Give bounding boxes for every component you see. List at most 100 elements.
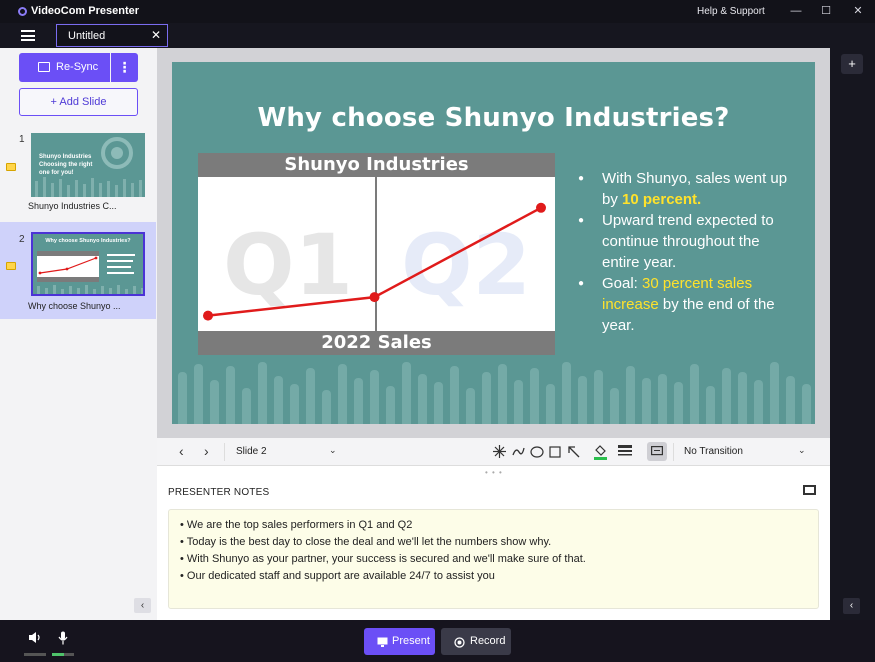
pen-tool-icon[interactable] [512, 445, 525, 458]
slide-bullet-list: With Shunyo, sales went up by 10 percent… [578, 168, 788, 336]
slide-flag-icon [6, 262, 16, 270]
resync-label: Re-Sync [56, 61, 99, 73]
decoration-bar [354, 378, 363, 424]
transition-select[interactable]: No Transition [684, 446, 743, 457]
previous-slide-button[interactable]: ‹ [179, 443, 184, 459]
decoration-bar [178, 372, 187, 424]
decoration-bar [786, 376, 795, 424]
toolbar-divider [224, 443, 225, 461]
speaker-icon[interactable] [28, 631, 42, 644]
line-weight-icon[interactable] [618, 445, 632, 457]
speaker-level-meter [24, 653, 46, 656]
decoration-bar [386, 386, 395, 424]
decoration-bar [626, 366, 635, 424]
record-button[interactable]: Record [441, 628, 511, 655]
notes-layout-icon[interactable] [803, 485, 816, 495]
decoration-bar [770, 362, 779, 424]
chevron-down-icon[interactable]: ⌄ [798, 445, 806, 456]
chevron-down-icon[interactable]: ⌄ [329, 445, 337, 456]
chart-title: Shunyo Industries [198, 153, 555, 177]
maximize-button[interactable]: ☐ [811, 0, 841, 23]
present-label: Present [392, 635, 430, 647]
decoration-bar [674, 382, 683, 424]
decoration-bar [242, 388, 251, 424]
expand-panel-button[interactable]: ‹ [843, 598, 860, 614]
ellipse-tool-icon[interactable] [530, 446, 544, 458]
slide-thumbnail-2[interactable]: 2 Why choose Shunyo Industries? Why choo… [0, 222, 156, 319]
decoration-bar [722, 368, 731, 424]
decoration-bar [290, 384, 299, 424]
chart-data-point [369, 292, 380, 303]
more-options-button[interactable]: ⋮ [111, 53, 138, 82]
slide-thumbnail-1[interactable]: 1 Shunyo Industries Choosing the right o… [0, 124, 156, 221]
present-button[interactable]: Present [364, 628, 435, 655]
arrow-tool-icon[interactable] [567, 445, 580, 458]
decoration-bar [322, 390, 331, 424]
slide-select[interactable]: Slide 2 [236, 446, 267, 457]
decoration-bar [610, 388, 619, 424]
decoration-bar [578, 376, 587, 424]
minimize-button[interactable]: — [781, 0, 811, 23]
decoration-bar [338, 364, 347, 424]
decoration-bar [754, 380, 763, 424]
decoration-bar [498, 364, 507, 424]
decoration-bar [306, 368, 315, 424]
document-tab-label: Untitled [68, 30, 106, 42]
decoration-bar [370, 370, 379, 424]
app-title: VideoCom Presenter [31, 5, 140, 17]
slide-flag-icon [6, 163, 16, 171]
decoration-bar [514, 380, 523, 424]
monitor-icon [38, 62, 50, 72]
chart-category-label: Q1 [223, 216, 353, 314]
decoration-bar [546, 384, 555, 424]
collapse-sidebar-button[interactable]: ‹ [134, 598, 151, 613]
slide-thumb-title: Why choose Shunyo Industries? [45, 238, 131, 244]
record-icon [454, 637, 465, 648]
bottom-bar: Present Record [0, 620, 875, 662]
decoration-bar [418, 374, 427, 424]
slide-title: Why choose Shunyo Industries? [257, 103, 730, 133]
decoration-bar [690, 364, 699, 424]
decoration-bar [642, 378, 651, 424]
close-window-button[interactable]: ✕ [843, 0, 873, 23]
slide-sidebar: Re-Sync ⋮ + Add Slide 1 Shunyo Industrie… [0, 48, 157, 620]
slide-thumb-image: Shunyo Industries Choosing the right one… [31, 133, 145, 197]
bullet-item: With Shunyo, sales went up by 10 percent… [578, 168, 788, 210]
notes-heading: PRESENTER NOTES [168, 487, 270, 498]
slide-number: 1 [19, 134, 25, 145]
help-support-link[interactable]: Help & Support [697, 6, 765, 17]
slide-canvas: Why choose Shunyo Industries? Shunyo Ind… [157, 48, 830, 438]
slide-thumb-title: Shunyo Industries Choosing the right one… [39, 154, 93, 176]
decoration-bar [258, 362, 267, 424]
note-line: • We are the top sales performers in Q1 … [180, 519, 413, 531]
slide-decoration-bars [178, 362, 811, 424]
fill-color-icon[interactable] [593, 444, 608, 460]
chart-category-label: Q2 [401, 216, 531, 314]
close-tab-icon[interactable]: ✕ [151, 28, 161, 42]
slide-preview[interactable]: Why choose Shunyo Industries? Shunyo Ind… [172, 62, 815, 424]
comment-toggle-button[interactable] [647, 442, 667, 461]
notes-text-area[interactable]: • We are the top sales performers in Q1 … [168, 509, 819, 609]
add-panel-button[interactable]: + [841, 54, 863, 74]
add-slide-button[interactable]: + Add Slide [19, 88, 138, 116]
decoration-bar [706, 386, 715, 424]
mic-level-meter [52, 653, 74, 656]
slide-caption: Shunyo Industries C... [28, 201, 117, 211]
laser-pointer-icon[interactable] [493, 445, 506, 458]
note-line: • Today is the best day to close the dea… [180, 536, 552, 548]
right-rail: + ‹ [830, 48, 875, 620]
hamburger-menu-icon[interactable] [21, 30, 35, 41]
decoration-bar [466, 388, 475, 424]
document-tab[interactable]: Untitled ✕ [56, 24, 168, 47]
mic-icon[interactable] [58, 631, 68, 645]
next-slide-button[interactable]: › [204, 443, 209, 459]
title-bar: VideoCom Presenter Help & Support — ☐ ✕ [0, 0, 875, 23]
chart-data-point [203, 310, 213, 321]
slide-number: 2 [19, 234, 25, 245]
resize-handle[interactable]: • • • [485, 468, 503, 477]
rectangle-tool-icon[interactable] [549, 446, 561, 458]
app-logo-icon [18, 7, 27, 16]
decoration-bar [274, 376, 283, 424]
chart-x-label: 2022 Sales [198, 331, 555, 355]
resync-button[interactable]: Re-Sync [19, 53, 110, 82]
